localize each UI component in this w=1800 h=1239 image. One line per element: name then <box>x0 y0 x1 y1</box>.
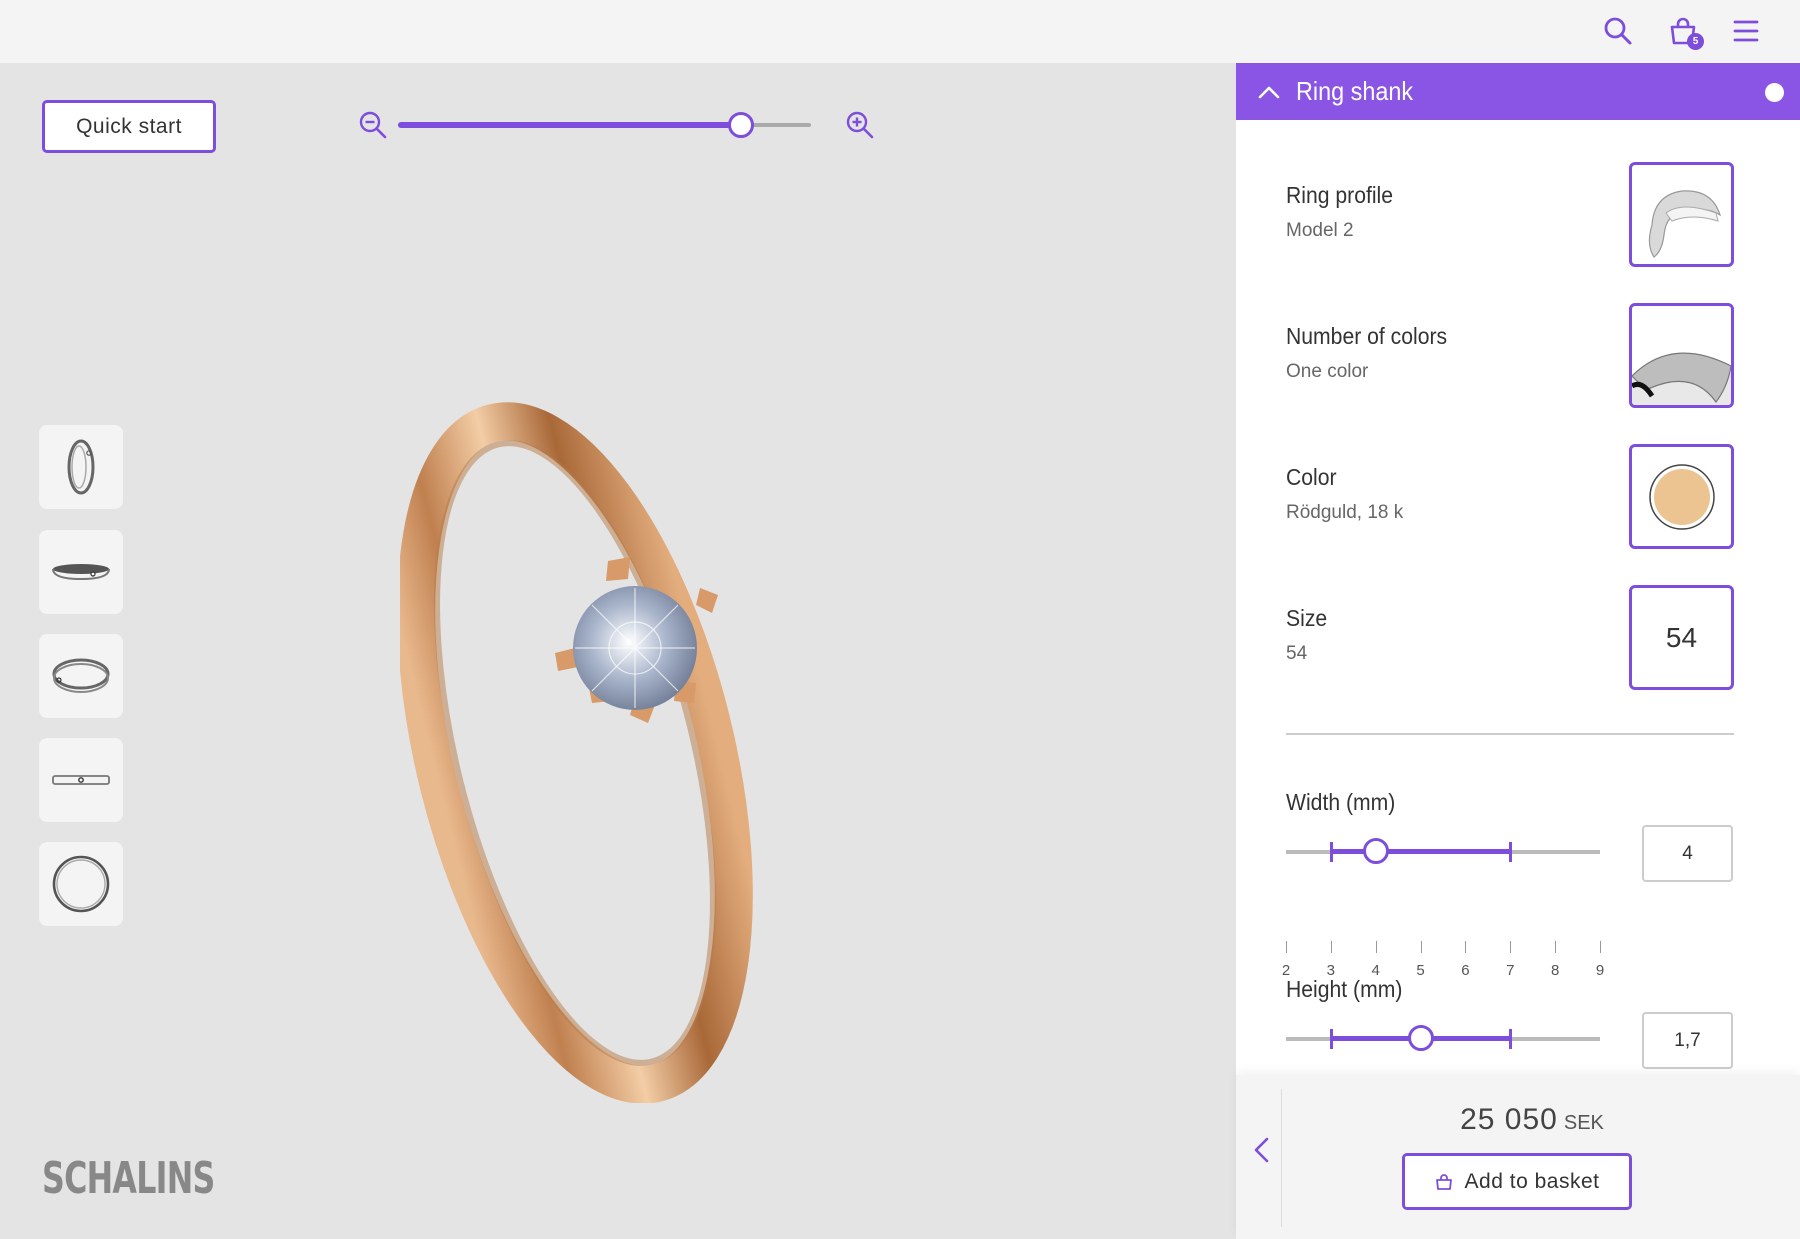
ring-top-view-icon <box>52 564 110 581</box>
width-input[interactable]: 4 <box>1642 825 1733 882</box>
height-min-marker <box>1329 1029 1333 1049</box>
width-tick-label: 8 <box>1550 962 1560 979</box>
width-tick-label: 3 <box>1326 962 1336 979</box>
width-tick <box>1600 941 1601 953</box>
height-input[interactable]: 1,7 <box>1642 1012 1733 1069</box>
height-max-marker <box>1509 1029 1513 1049</box>
height-slider[interactable] <box>1286 1025 1600 1051</box>
option-size[interactable]: Size 54 54 <box>1286 585 1746 691</box>
number-of-colors-tile[interactable] <box>1629 303 1734 408</box>
option-value: One color <box>1286 361 1369 382</box>
section-divider <box>1286 733 1734 735</box>
ring-viewer[interactable]: Quick start SCHALINS <box>0 63 1236 1239</box>
height-label: Height (mm) <box>1286 976 1403 1002</box>
width-tick <box>1375 941 1377 953</box>
width-label: Width (mm) <box>1286 789 1396 815</box>
ring-3d-render[interactable] <box>400 383 850 1103</box>
search-icon[interactable] <box>1601 14 1635 48</box>
zoom-slider-fill <box>398 122 741 128</box>
option-value: 54 <box>1286 643 1308 664</box>
section-status-dot <box>1765 83 1784 102</box>
quick-start-button[interactable]: Quick start <box>42 100 216 153</box>
width-tick <box>1510 941 1512 953</box>
color-tile[interactable] <box>1629 444 1734 549</box>
price: 25 050 SEK <box>1382 1103 1682 1137</box>
ring-profile-image <box>1648 190 1722 258</box>
option-label: Ring profile <box>1286 182 1394 208</box>
height-slider-handle[interactable] <box>1407 1025 1434 1051</box>
front-view-thumbnail[interactable] <box>39 738 123 822</box>
color-swatch <box>1648 463 1715 530</box>
width-tick-label: 9 <box>1595 962 1605 979</box>
zoom-slider[interactable] <box>398 112 811 138</box>
ring-band-image <box>1632 352 1731 405</box>
option-color[interactable]: Color Rödguld, 18 k <box>1286 444 1746 550</box>
option-label: Number of colors <box>1286 323 1448 349</box>
ring-outline-view-icon <box>52 855 110 913</box>
chevron-left-icon[interactable] <box>1250 1135 1274 1165</box>
option-label: Size <box>1286 605 1328 631</box>
width-tick-label: 6 <box>1461 962 1470 979</box>
zoom-out-icon[interactable] <box>358 110 388 140</box>
width-min-marker <box>1329 842 1333 862</box>
width-slider-handle[interactable] <box>1362 838 1389 864</box>
add-to-basket-label: Add to basket <box>1464 1169 1600 1193</box>
perspective-view-thumbnail[interactable] <box>39 634 123 718</box>
width-tick-label: 7 <box>1506 962 1515 979</box>
zoom-in-icon[interactable] <box>845 110 875 140</box>
width-tick-label: 2 <box>1281 962 1291 979</box>
configurator-panel: Ring shank Ring profile Model 2 Number o… <box>1236 63 1800 1239</box>
size-tile-value: 54 <box>1665 621 1698 653</box>
option-number-of-colors[interactable]: Number of colors One color <box>1286 303 1746 409</box>
brand-logo: SCHALINS <box>42 1153 215 1204</box>
width-slider-range <box>1330 849 1511 854</box>
ring-profile-tile[interactable] <box>1629 162 1734 267</box>
price-currency: SEK <box>1563 1112 1604 1134</box>
option-ring-profile[interactable]: Ring profile Model 2 <box>1286 162 1746 268</box>
price-footer: 25 050 SEK Add to basket <box>1236 1075 1800 1239</box>
width-tick-label: 5 <box>1416 962 1425 979</box>
width-tick-label: 4 <box>1371 962 1380 979</box>
top-view-thumbnail[interactable] <box>39 530 123 614</box>
size-tile[interactable]: 54 <box>1629 585 1734 690</box>
basket-icon <box>1435 1173 1452 1190</box>
side-view-thumbnail[interactable] <box>39 425 123 509</box>
option-label: Color <box>1286 464 1337 490</box>
width-tick <box>1420 941 1422 953</box>
chevron-up-icon[interactable] <box>1258 85 1280 99</box>
width-tick <box>1330 941 1332 953</box>
option-value: Rödguld, 18 k <box>1286 502 1404 523</box>
section-header[interactable]: Ring shank <box>1236 63 1800 120</box>
basket-icon[interactable]: 5 <box>1666 14 1704 50</box>
add-to-basket-button[interactable]: Add to basket <box>1402 1153 1632 1210</box>
width-tick <box>1286 941 1287 953</box>
ring-front-view-icon <box>52 775 110 785</box>
section-title: Ring shank <box>1296 76 1414 106</box>
width-max-marker <box>1509 842 1513 862</box>
zoom-slider-handle[interactable] <box>727 112 754 138</box>
basket-count-badge: 5 <box>1687 33 1704 50</box>
footer-divider <box>1281 1089 1282 1227</box>
option-value: Model 2 <box>1286 220 1354 241</box>
ring-perspective-view-icon <box>52 658 110 693</box>
width-slider[interactable] <box>1286 838 1600 864</box>
width-tick <box>1465 941 1467 953</box>
outline-view-thumbnail[interactable] <box>39 842 123 926</box>
top-bar: 5 <box>0 0 1800 63</box>
price-amount: 25 050 <box>1460 1103 1558 1136</box>
ring-side-view-icon <box>67 439 95 495</box>
menu-icon[interactable] <box>1729 14 1763 48</box>
width-tick <box>1555 941 1557 953</box>
